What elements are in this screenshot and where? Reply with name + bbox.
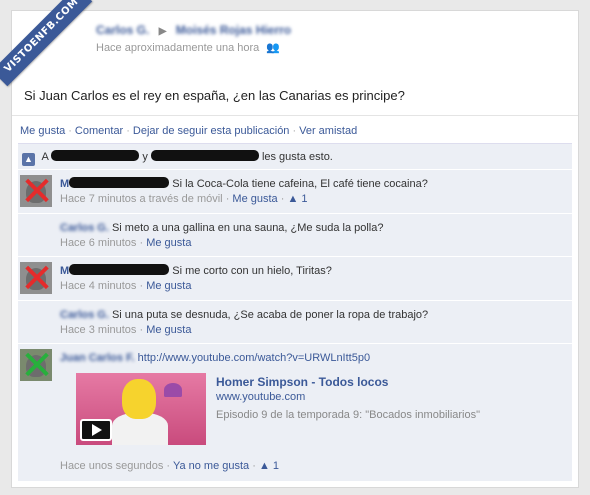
comment-like-count[interactable]: 1 (273, 460, 279, 472)
post-header: Carlos G. ▶ Moisés Rojas Hierro Hace apr… (96, 21, 556, 54)
comment-body: Juan Carlos F. http://www.youtube.com/wa… (60, 351, 560, 365)
likes-summary: ▲ A y les gusta esto. (18, 144, 572, 170)
comment-meta: Hace 6 minutos · Me gusta (60, 237, 192, 249)
comment-meta: Hace 7 minutos a través de móvil · Me gu… (60, 193, 308, 205)
comment-author[interactable]: Carlos G. (60, 221, 109, 235)
comment-item: Carlos G. Si una puta se desnuda, ¿Se ac… (18, 302, 572, 344)
comment-meta: Hace 3 minutos · Me gusta (60, 324, 192, 336)
like-action[interactable]: Me gusta (20, 125, 65, 137)
share-text: Homer Simpson - Todos locos www.youtube.… (216, 375, 516, 421)
comment-line: Carlos G. Si una puta se desnuda, ¿Se ac… (60, 308, 560, 322)
thumb-up-icon: ▲ (258, 460, 270, 472)
comment-line: M Si la Coca-Cola tiene cafeina, El café… (60, 177, 560, 191)
green-x-mark-icon: ✕ (20, 343, 54, 389)
comment-body: M Si me corto con un hielo, Tiritas? Hac… (60, 264, 560, 292)
post-time[interactable]: Hace aproximadamente una hora (96, 42, 259, 54)
divider (12, 115, 578, 116)
comment-text: Si la Coca-Cola tiene cafeina, El café t… (172, 178, 428, 190)
comment-meta: Hace unos segundos · Ya no me gusta · ▲ … (60, 460, 280, 472)
comment-like-count[interactable]: 1 (301, 193, 307, 205)
comment-item: ✕ M Si la Coca-Cola tiene cafeina, El ca… (18, 171, 572, 214)
thumbnail-character (122, 379, 156, 419)
comment-action[interactable]: Comentar (75, 125, 123, 137)
redacted-name (69, 177, 170, 188)
comment-time: Hace 3 minutos (60, 324, 137, 336)
likes-suffix: les gusta esto. (261, 151, 333, 163)
redacted-name (69, 264, 170, 275)
watermark-ribbon: VISTOENFB.COM (0, 0, 93, 87)
thumb-up-icon: ▲ (287, 193, 299, 205)
comment-unlike-link[interactable]: Ya no me gusta (173, 460, 249, 472)
comment-item: ✕ Juan Carlos F. http://www.youtube.com/… (18, 345, 572, 481)
comment-line: Carlos G. Si meto a una gallina en una s… (60, 221, 560, 235)
post-status: Si Juan Carlos es el rey en españa, ¿en … (24, 88, 405, 103)
comment-item: Carlos G. Si meto a una gallina en una s… (18, 215, 572, 257)
post-target-link[interactable]: Moisés Rojas Hierro (176, 21, 291, 39)
likes-joiner: y (142, 151, 148, 163)
comment-text: Si me corto con un hielo, Tiritas? (172, 265, 332, 277)
comment-time: Hace 7 minutos a través de móvil (60, 193, 223, 205)
unfollow-action[interactable]: Dejar de seguir esta publicación (133, 125, 290, 137)
comment-body: Carlos G. Si meto a una gallina en una s… (60, 221, 560, 249)
redacted-name (150, 150, 259, 161)
post-card: VISTOENFB.COM Carlos G. ▶ Moisés Rojas H… (0, 0, 579, 488)
redacted-name (51, 150, 140, 161)
comment-text: Si una puta se desnuda, ¿Se acaba de pon… (111, 309, 429, 321)
comment-time: Hace unos segundos (60, 460, 164, 472)
share-url[interactable]: www.youtube.com (216, 391, 516, 403)
comment-like-link[interactable]: Me gusta (146, 237, 191, 249)
comment-line: Juan Carlos F. http://www.youtube.com/wa… (60, 351, 560, 365)
comment-link[interactable]: http://www.youtube.com/watch?v=URWLnItt5… (138, 352, 370, 364)
see-friendship-action[interactable]: Ver amistad (299, 125, 357, 137)
play-icon[interactable] (80, 419, 112, 441)
comment-author[interactable]: M (60, 265, 69, 277)
separator-dot: · (68, 125, 72, 137)
share-title[interactable]: Homer Simpson - Todos locos (216, 375, 516, 389)
comment-like-link[interactable]: Me gusta (146, 280, 191, 292)
thumbnail-lamp (164, 383, 182, 397)
thumb-up-icon: ▲ (22, 153, 35, 166)
comment-author[interactable]: Carlos G. (60, 308, 109, 322)
post-names: Carlos G. ▶ Moisés Rojas Hierro (96, 21, 556, 39)
comment-body: M Si la Coca-Cola tiene cafeina, El café… (60, 177, 560, 205)
comment-item: ✕ M Si me corto con un hielo, Tiritas? H… (18, 258, 572, 301)
comment-line: M Si me corto con un hielo, Tiritas? (60, 264, 560, 278)
arrow-icon: ▶ (158, 26, 167, 37)
share-description: Episodio 9 de la temporada 9: "Bocados i… (216, 409, 481, 421)
friends-privacy-icon[interactable]: 👥 (266, 41, 280, 54)
red-x-mark-icon: ✕ (20, 256, 54, 302)
comment-author[interactable]: M (60, 178, 69, 190)
video-thumbnail[interactable] (76, 373, 206, 445)
shared-video-attachment[interactable]: Homer Simpson - Todos locos www.youtube.… (76, 373, 516, 447)
red-x-mark-icon: ✕ (20, 169, 54, 215)
comment-like-link[interactable]: Me gusta (146, 324, 191, 336)
comment-like-link[interactable]: Me gusta (232, 193, 277, 205)
likes-prefix: A (41, 151, 49, 163)
comment-meta: Hace 4 minutos · Me gusta (60, 280, 192, 292)
post-actions: Me gusta · Comentar · Dejar de seguir esta p… (20, 125, 357, 137)
separator-dot: · (292, 125, 297, 137)
comment-time: Hace 6 minutos (60, 237, 137, 249)
comment-author[interactable]: Juan Carlos F. (60, 351, 135, 365)
separator-dot: · (126, 125, 130, 137)
post-meta: Hace aproximadamente una hora 👥 (96, 41, 556, 54)
comment-body: Carlos G. Si una puta se desnuda, ¿Se ac… (60, 308, 560, 336)
post-author-link[interactable]: Carlos G. (96, 21, 149, 39)
comment-text: Si meto a una gallina en una sauna, ¿Me … (111, 222, 384, 234)
comments-panel: ▲ A y les gusta esto. ✕ M Si la Coca-Col… (18, 143, 572, 481)
comment-time: Hace 4 minutos (60, 280, 137, 292)
